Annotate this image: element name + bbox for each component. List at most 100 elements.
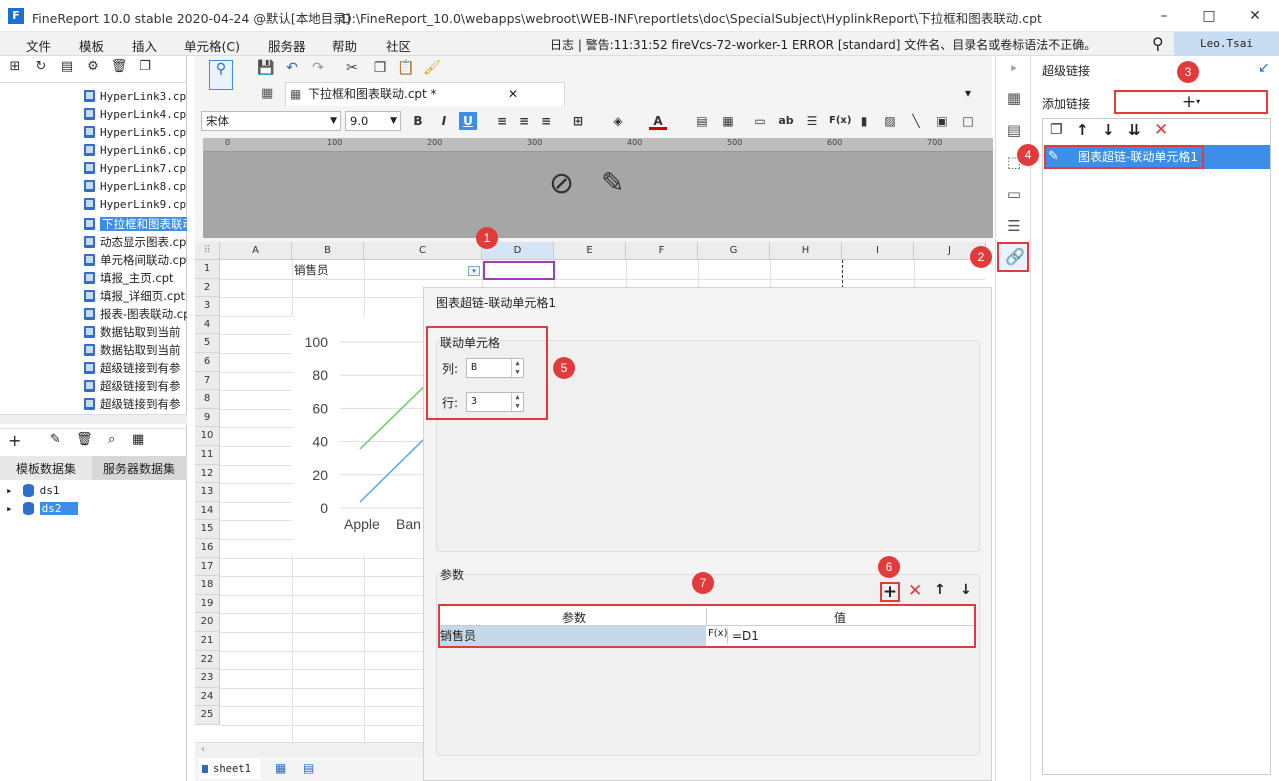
menu-file[interactable]: 文件	[26, 36, 51, 55]
insert-object-icon[interactable]: ▣	[933, 112, 951, 130]
tree-item[interactable]: 超级链接到有参	[84, 360, 187, 378]
row-spinner[interactable]: 3 ▲ ▼	[466, 392, 524, 412]
scroll-left-icon[interactable]: ‹	[201, 744, 205, 755]
menu-template[interactable]: 模板	[79, 36, 104, 55]
row-header[interactable]: 23	[195, 669, 220, 688]
hide-eye-icon[interactable]: ⊘	[549, 166, 574, 201]
link-item-selected[interactable]: ✎ 图表超链-联动单元格1	[1044, 145, 1270, 169]
dataset-item[interactable]: ▸ ds1	[6, 484, 60, 497]
row-header[interactable]: 19	[195, 594, 220, 614]
close-window-icon[interactable]: ✕	[1245, 6, 1265, 26]
tree-item[interactable]: HyperLink8.cpt	[84, 180, 187, 198]
row-header[interactable]: 9	[195, 408, 220, 428]
tree-item[interactable]: 数据钻取到当前	[84, 324, 187, 342]
server-dataset-icon[interactable]: ▦	[132, 432, 144, 447]
formula-icon[interactable]: F(x)	[829, 112, 851, 130]
row-header[interactable]: 7	[195, 371, 220, 391]
row-header[interactable]: 5	[195, 334, 220, 353]
link-down-icon[interactable]: ↓	[1102, 121, 1115, 139]
edit-icon[interactable]: ✎	[50, 432, 61, 447]
row-header[interactable]: 17	[195, 557, 220, 577]
edit-pencil-icon[interactable]: ✎	[601, 166, 624, 199]
tree-item[interactable]: HyperLink5.cpt	[84, 126, 187, 144]
add-param-button[interactable]: +	[880, 582, 900, 602]
add-sheet-icon[interactable]: ▦	[275, 761, 286, 775]
tree-item[interactable]: HyperLink4.cpt	[84, 108, 187, 126]
refresh-icon[interactable]: ↻	[32, 59, 50, 77]
dropdown-widget-icon[interactable]: ▾	[468, 266, 480, 276]
fill-color-icon[interactable]: ◈	[609, 112, 627, 130]
tree-item[interactable]: 单元格间联动.cpt	[84, 252, 187, 270]
insert-subreport-icon[interactable]: ☰	[803, 112, 821, 130]
cell-b1[interactable]: 销售员	[294, 262, 329, 278]
add-dataset-icon[interactable]: +	[8, 431, 21, 450]
close-tab-icon[interactable]: ✕	[508, 83, 518, 105]
log-status[interactable]: 日志 | 警告:11:31:52 fireVcs-72-worker-1 ERR…	[550, 36, 1096, 53]
hyperlink-tab[interactable]: 🔗	[997, 242, 1029, 272]
move-up-icon[interactable]: ↑	[934, 582, 946, 598]
tree-item[interactable]: HyperLink7.cpt	[84, 162, 187, 180]
corner-icon[interactable]: ⠿	[195, 242, 220, 260]
preview-button[interactable]: ⚲	[209, 60, 233, 90]
row-header[interactable]: 22	[195, 650, 220, 670]
insert-richtext-icon[interactable]: ab	[777, 112, 795, 130]
condition-attribute-icon[interactable]: ☰	[1004, 216, 1024, 236]
row-header[interactable]: 25	[195, 706, 220, 725]
scrollbar[interactable]	[0, 414, 187, 424]
col-header[interactable]: A	[220, 242, 292, 260]
dataset-item-selected[interactable]: ▸ ds2	[6, 502, 78, 515]
insert-slash-icon[interactable]: ╲	[907, 112, 925, 130]
tree-item[interactable]: HyperLink9.cpt	[84, 198, 187, 216]
delete-param-icon[interactable]: ✕	[908, 581, 922, 601]
tab-menu-icon[interactable]: ▾	[965, 86, 971, 100]
add-poly-sheet-icon[interactable]: ▤	[303, 761, 314, 775]
unmerge-icon[interactable]: ▦	[719, 112, 737, 130]
row-header[interactable]: 3	[195, 297, 220, 316]
tree-item[interactable]: HyperLink3.cpt	[84, 90, 187, 108]
sort-icon[interactable]: ⇊	[1128, 121, 1141, 139]
row-header[interactable]: 16	[195, 539, 220, 558]
row-header[interactable]: 8	[195, 390, 220, 409]
row-header[interactable]: 1	[195, 260, 220, 279]
delete-link-icon[interactable]: ✕	[1154, 120, 1168, 140]
row-header[interactable]: 4	[195, 315, 220, 335]
cell-element-icon[interactable]: ▤	[1004, 120, 1024, 140]
move-down-icon[interactable]: ↓	[960, 582, 972, 598]
tree-item-selected[interactable]: 下拉框和图表联动.cpt	[84, 216, 187, 234]
link-up-icon[interactable]: ↑	[1076, 121, 1089, 139]
col-header[interactable]: C	[364, 242, 482, 260]
tree-item[interactable]: 数据钻取到当前	[84, 342, 187, 360]
menu-community[interactable]: 社区	[386, 36, 411, 55]
font-family-select[interactable]: 宋体 ▼	[201, 111, 341, 131]
tab-template[interactable]: ▦ 下拉框和图表联动.cpt * ✕	[285, 82, 565, 106]
tree-item[interactable]: 超级链接到有参	[84, 378, 187, 396]
user-badge[interactable]: Leo.Tsai	[1174, 32, 1279, 56]
col-header[interactable]: I	[842, 242, 914, 260]
row-header[interactable]: 18	[195, 576, 220, 595]
copy-link-icon[interactable]: ❐	[1050, 122, 1063, 138]
menu-cell[interactable]: 单元格(C)	[184, 36, 240, 55]
collapse-arrow-icon[interactable]: ▸	[1004, 58, 1024, 78]
redo-icon[interactable]: ↷	[309, 59, 327, 77]
bold-button[interactable]: B	[409, 112, 427, 130]
row-header[interactable]: 21	[195, 632, 220, 651]
row-header[interactable]: 6	[195, 353, 220, 372]
col-header[interactable]: B	[292, 242, 364, 260]
delete-icon[interactable]: 🗑	[110, 59, 128, 77]
tree-item[interactable]: 填报_主页.cpt	[84, 270, 187, 288]
insert-chart-icon[interactable]: ▮	[855, 112, 873, 130]
font-color-icon[interactable]: A	[649, 112, 667, 130]
row-header[interactable]: 2	[195, 278, 220, 298]
border-icon[interactable]: ⊞	[569, 112, 587, 130]
col-header[interactable]: E	[554, 242, 626, 260]
tree-item[interactable]: 超级链接到有参	[84, 396, 187, 414]
tree-item[interactable]: 填报_详细页.cpt	[84, 288, 187, 306]
menu-insert[interactable]: 插入	[132, 36, 157, 55]
add-link-button[interactable]: +▾	[1114, 90, 1268, 114]
align-right-icon[interactable]: ≡	[537, 112, 555, 130]
open-icon[interactable]: ▤	[58, 59, 76, 77]
align-left-icon[interactable]: ≡	[493, 112, 511, 130]
maximize-icon[interactable]: □	[1199, 6, 1219, 26]
italic-button[interactable]: I	[435, 112, 453, 130]
tree-item[interactable]: HyperLink6.cpt	[84, 144, 187, 162]
